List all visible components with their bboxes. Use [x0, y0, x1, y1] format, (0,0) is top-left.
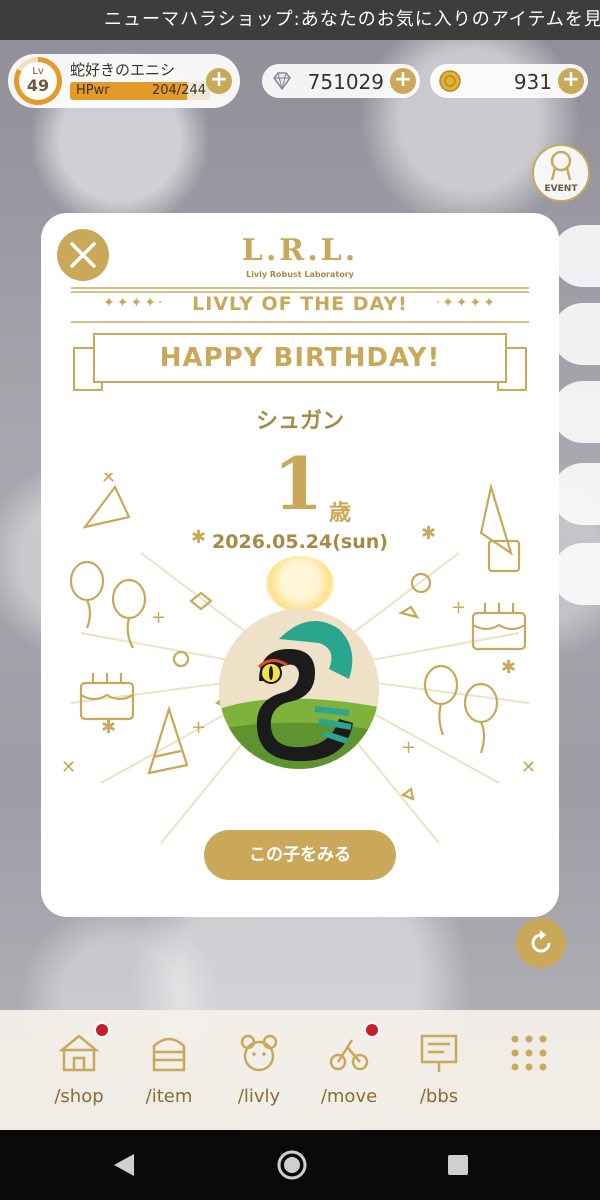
nav-move[interactable]: /move — [304, 1022, 394, 1108]
level-ring: Lv 49 — [14, 57, 62, 105]
light-glow — [266, 556, 334, 612]
livly-portrait[interactable] — [219, 609, 379, 769]
nav-shop[interactable]: /shop — [34, 1022, 124, 1108]
coin-counter: 931 + — [430, 64, 588, 98]
chest-icon — [152, 1037, 186, 1072]
bottom-navigation: /shop /item /livly /move /bbs — [0, 1010, 600, 1130]
hp-bar: HPwr 204/244 — [70, 82, 210, 100]
svg-text:+: + — [401, 737, 416, 758]
svg-text:✱: ✱ — [501, 657, 516, 678]
diamond-icon — [273, 72, 291, 91]
nav-livly-label: /livly — [237, 1086, 281, 1107]
svg-text:✕: ✕ — [101, 473, 116, 488]
add-gems-button[interactable]: + — [390, 68, 416, 94]
system-navigation-bar — [0, 1130, 600, 1200]
age-number: 1 — [273, 441, 324, 526]
move-icon — [329, 1039, 369, 1071]
bear-icon — [240, 1034, 278, 1072]
refresh-icon — [531, 930, 551, 953]
birthday-modal: L.R.L. Livly Robust Laboratory ✦✦✦✦· LIV… — [41, 213, 559, 917]
hp-label: HPwr — [76, 83, 110, 98]
add-hp-button[interactable]: + — [206, 68, 232, 94]
svg-text:+: + — [191, 717, 206, 738]
refresh-button[interactable] — [516, 918, 566, 968]
news-ticker[interactable]: ニューマハラショップ:あなたのお気に入りのアイテムを見つけよう — [0, 0, 600, 40]
nav-move-label: /move — [320, 1086, 378, 1107]
svg-text:+: + — [451, 597, 466, 618]
event-label: EVENT — [544, 184, 578, 194]
add-coins-button[interactable]: + — [558, 68, 584, 94]
nav-shop-label: /shop — [54, 1086, 104, 1107]
svg-text:+: + — [151, 607, 166, 628]
level-badge: Lv 49 — [19, 62, 57, 100]
hp-value: 204/244 — [151, 83, 206, 98]
shop-notification-dot — [94, 1022, 110, 1038]
grid-menu-icon — [511, 1035, 547, 1071]
nav-bbs[interactable]: /bbs — [394, 1028, 484, 1108]
svg-text:✕: ✕ — [61, 757, 76, 778]
event-button[interactable]: EVENT — [532, 144, 590, 202]
top-rule — [71, 287, 529, 289]
lab-logo: L.R.L. — [241, 233, 359, 268]
view-livly-button[interactable]: この子をみる — [204, 830, 396, 880]
happy-birthday-banner: HAPPY BIRTHDAY! — [93, 333, 507, 383]
gem-counter: 751029 + — [262, 64, 420, 98]
coin-icon — [439, 70, 461, 92]
nav-bbs-label: /bbs — [419, 1086, 459, 1107]
coin-count: 931 — [513, 70, 552, 94]
recents-icon — [448, 1155, 468, 1175]
svg-text:✱: ✱ — [101, 717, 116, 738]
gem-count: 751029 — [307, 70, 384, 94]
board-icon — [420, 1034, 458, 1072]
move-notification-dot — [364, 1022, 380, 1038]
level-number: 49 — [26, 76, 50, 95]
ribbon-icon — [550, 150, 572, 181]
nav-item[interactable]: /item — [124, 1028, 214, 1108]
shop-icon — [58, 1034, 100, 1072]
birthday-date: 2026.05.24(sun) — [212, 531, 388, 553]
nav-livly[interactable]: /livly — [214, 1028, 304, 1108]
star-divider-right: ·✦✦✦✦ — [435, 295, 497, 311]
system-nav-buttons — [114, 1150, 468, 1180]
livly-name: シュガン — [255, 409, 344, 434]
age-unit: 歳 — [329, 501, 352, 526]
svg-text:✕: ✕ — [421, 473, 436, 478]
nav-more[interactable] — [484, 1028, 574, 1108]
player-status[interactable]: Lv 49 蛇好きのエニシ HPwr 204/244 + — [8, 54, 240, 108]
snake-livly-image — [219, 609, 379, 769]
back-icon — [114, 1154, 134, 1176]
nav-item-label: /item — [145, 1086, 193, 1107]
bottom-rule — [71, 321, 529, 323]
player-name: 蛇好きのエニシ — [70, 61, 176, 79]
lab-logo-subtitle: Livly Robust Laboratory — [246, 270, 354, 279]
svg-text:✕: ✕ — [521, 757, 536, 778]
